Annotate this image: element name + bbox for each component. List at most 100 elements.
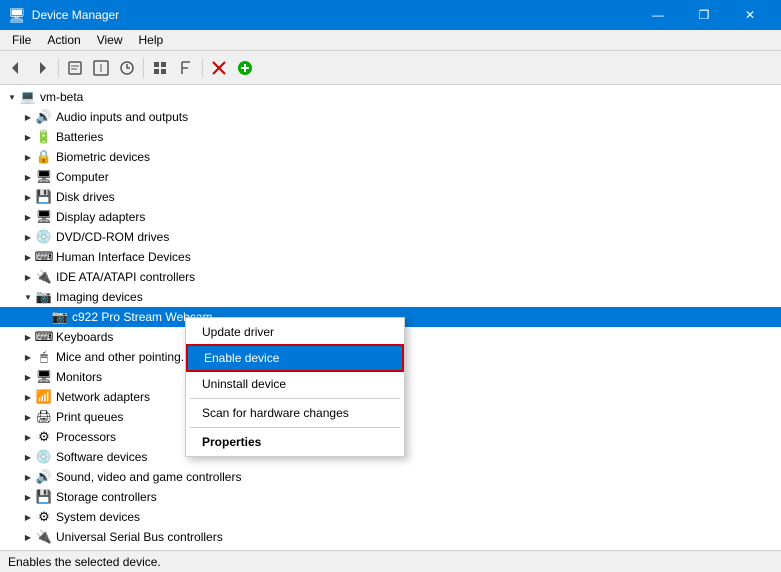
expand-icon-dvd[interactable]: ▶ bbox=[20, 229, 36, 245]
ctx-separator-sep2 bbox=[190, 427, 400, 428]
tree-item-imaging[interactable]: ▼📷Imaging devices bbox=[0, 287, 781, 307]
device-label-batteries: Batteries bbox=[56, 130, 103, 144]
expand-icon-audio[interactable]: ▶ bbox=[20, 109, 36, 125]
device-icon-sound: 🔊 bbox=[36, 469, 52, 485]
expand-icon-software[interactable]: ▶ bbox=[20, 449, 36, 465]
expand-icon-imaging[interactable]: ▼ bbox=[20, 289, 36, 305]
device-icon-display: 🖥 bbox=[36, 209, 52, 225]
toolbar-back[interactable] bbox=[4, 56, 28, 80]
tree-item-biometric[interactable]: ▶🔒 Biometric devices bbox=[0, 147, 781, 167]
device-label-audio: Audio inputs and outputs bbox=[56, 110, 188, 124]
tree-item-sound[interactable]: ▶🔊Sound, video and game controllers bbox=[0, 467, 781, 487]
tree-item-usb[interactable]: ▶🔌Universal Serial Bus controllers bbox=[0, 527, 781, 547]
device-label-print: Print queues bbox=[56, 410, 123, 424]
ctx-item-scan-hardware[interactable]: Scan for hardware changes bbox=[186, 401, 404, 425]
device-label-vm-beta: vm-beta bbox=[40, 90, 83, 104]
toolbar-update[interactable] bbox=[115, 56, 139, 80]
device-icon-usb: 🔌 bbox=[36, 529, 52, 545]
toolbar-scan[interactable] bbox=[89, 56, 113, 80]
title-bar-controls: — ❐ ✕ bbox=[635, 0, 773, 30]
device-label-computer: Computer bbox=[56, 170, 109, 184]
expand-icon-vm-beta[interactable]: ▼ bbox=[4, 89, 20, 105]
tree-item-disk[interactable]: ▶💾Disk drives bbox=[0, 187, 781, 207]
device-icon-processors: ⚙ bbox=[36, 429, 52, 445]
toolbar-properties[interactable] bbox=[63, 56, 87, 80]
expand-icon-monitors[interactable]: ▶ bbox=[20, 369, 36, 385]
expand-icon-disk[interactable]: ▶ bbox=[20, 189, 36, 205]
tree-item-audio[interactable]: ▶🔊 Audio inputs and outputs bbox=[0, 107, 781, 127]
title-bar-icon: 🖥 bbox=[8, 7, 26, 24]
device-label-imaging: Imaging devices bbox=[56, 290, 143, 304]
minimize-button[interactable]: — bbox=[635, 0, 681, 30]
toolbar-display-connection[interactable] bbox=[174, 56, 198, 80]
menu-action[interactable]: Action bbox=[39, 30, 88, 51]
device-label-processors: Processors bbox=[56, 430, 116, 444]
tree-item-system[interactable]: ▶⚙ System devices bbox=[0, 507, 781, 527]
device-label-hid: Human Interface Devices bbox=[56, 250, 191, 264]
expand-icon-usb[interactable]: ▶ bbox=[20, 529, 36, 545]
expand-icon-mice[interactable]: ▶ bbox=[20, 349, 36, 365]
tree-item-hid[interactable]: ▶⌨ Human Interface Devices bbox=[0, 247, 781, 267]
ctx-item-uninstall-device[interactable]: Uninstall device bbox=[186, 372, 404, 396]
expand-icon-ide[interactable]: ▶ bbox=[20, 269, 36, 285]
device-label-keyboards: Keyboards bbox=[56, 330, 113, 344]
context-menu: Update driverEnable deviceUninstall devi… bbox=[185, 317, 405, 457]
toolbar-sep-3 bbox=[202, 58, 203, 78]
device-label-software: Software devices bbox=[56, 450, 147, 464]
device-label-mice: Mice and other pointing... bbox=[56, 350, 191, 364]
expand-icon-keyboards[interactable]: ▶ bbox=[20, 329, 36, 345]
toolbar-sep-1 bbox=[58, 58, 59, 78]
tree-item-display[interactable]: ▶🖥Display adapters bbox=[0, 207, 781, 227]
expand-icon-processors[interactable]: ▶ bbox=[20, 429, 36, 445]
device-icon-hid: ⌨ bbox=[36, 249, 52, 265]
menu-bar: File Action View Help bbox=[0, 30, 781, 51]
expand-icon-hid[interactable]: ▶ bbox=[20, 249, 36, 265]
device-icon-computer: 🖥 bbox=[36, 169, 52, 185]
ctx-item-update-driver[interactable]: Update driver bbox=[186, 320, 404, 344]
menu-file[interactable]: File bbox=[4, 30, 39, 51]
expand-icon-display[interactable]: ▶ bbox=[20, 209, 36, 225]
expand-icon-computer[interactable]: ▶ bbox=[20, 169, 36, 185]
device-label-system: System devices bbox=[56, 510, 140, 524]
device-icon-biometric: 🔒 bbox=[36, 149, 52, 165]
device-label-biometric: Biometric devices bbox=[56, 150, 150, 164]
maximize-button[interactable]: ❐ bbox=[681, 0, 727, 30]
ctx-item-properties[interactable]: Properties bbox=[186, 430, 404, 454]
expand-icon-webcam[interactable] bbox=[36, 309, 52, 325]
tree-item-dvd[interactable]: ▶💿DVD/CD-ROM drives bbox=[0, 227, 781, 247]
main-area: ▼💻vm-beta▶🔊Audio inputs and outputs▶🔋Bat… bbox=[0, 85, 781, 550]
expand-icon-biometric[interactable]: ▶ bbox=[20, 149, 36, 165]
tree-item-computer[interactable]: ▶🖥 Computer bbox=[0, 167, 781, 187]
expand-icon-storage[interactable]: ▶ bbox=[20, 489, 36, 505]
expand-icon-batteries[interactable]: ▶ bbox=[20, 129, 36, 145]
menu-view[interactable]: View bbox=[89, 30, 131, 51]
title-bar: 🖥 Device Manager — ❐ ✕ bbox=[0, 0, 781, 30]
expand-icon-system[interactable]: ▶ bbox=[20, 509, 36, 525]
device-label-ide: IDE ATA/ATAPI controllers bbox=[56, 270, 195, 284]
device-icon-audio: 🔊 bbox=[36, 109, 52, 125]
toolbar-remove[interactable] bbox=[207, 56, 231, 80]
toolbar-add[interactable] bbox=[233, 56, 257, 80]
expand-icon-print[interactable]: ▶ bbox=[20, 409, 36, 425]
tree-item-ide[interactable]: ▶🔌IDE ATA/ATAPI controllers bbox=[0, 267, 781, 287]
device-icon-webcam: 📷 bbox=[52, 309, 68, 325]
toolbar-display-type[interactable] bbox=[148, 56, 172, 80]
ctx-item-enable-device[interactable]: Enable device bbox=[186, 344, 404, 372]
device-label-dvd: DVD/CD-ROM drives bbox=[56, 230, 169, 244]
device-icon-keyboards: ⌨ bbox=[36, 329, 52, 345]
close-button[interactable]: ✕ bbox=[727, 0, 773, 30]
device-label-storage: Storage controllers bbox=[56, 490, 157, 504]
device-icon-system: ⚙ bbox=[36, 509, 52, 525]
tree-item-storage[interactable]: ▶💾Storage controllers bbox=[0, 487, 781, 507]
title-bar-text: Device Manager bbox=[32, 8, 629, 22]
toolbar-forward[interactable] bbox=[30, 56, 54, 80]
expand-icon-network[interactable]: ▶ bbox=[20, 389, 36, 405]
expand-icon-sound[interactable]: ▶ bbox=[20, 469, 36, 485]
tree-item-vm-beta[interactable]: ▼💻 vm-beta bbox=[0, 87, 781, 107]
device-icon-vm-beta: 💻 bbox=[20, 89, 36, 105]
device-label-monitors: Monitors bbox=[56, 370, 102, 384]
tree-item-batteries[interactable]: ▶🔋Batteries bbox=[0, 127, 781, 147]
device-icon-network: 📶 bbox=[36, 389, 52, 405]
device-icon-mice: 🖱 bbox=[36, 349, 52, 365]
menu-help[interactable]: Help bbox=[131, 30, 172, 51]
